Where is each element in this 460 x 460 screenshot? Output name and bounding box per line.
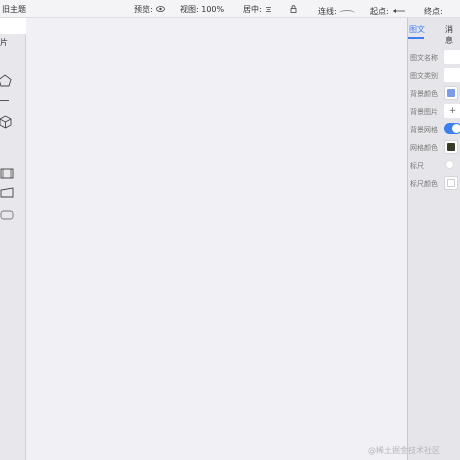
cube-icon[interactable] <box>0 114 12 133</box>
eye-icon[interactable] <box>155 6 165 12</box>
theme-label: 旧主题 <box>2 4 26 14</box>
grid-color-swatch <box>447 143 455 151</box>
prop-grid-color-row: 网格颜色 <box>408 140 460 156</box>
ruler-toggle[interactable] <box>444 159 460 170</box>
prop-bg-image-label: 背景图片 <box>410 108 438 116</box>
shape-library-panel: 片 <box>0 18 26 460</box>
grid-color-picker[interactable] <box>444 140 458 154</box>
prop-category-row: 图文类别 <box>408 68 460 84</box>
pentagon-icon[interactable] <box>0 72 12 91</box>
drawing-canvas[interactable] <box>27 18 407 460</box>
center-control[interactable]: 居中: <box>243 0 272 18</box>
theme-switch[interactable]: 旧主题 <box>2 0 26 18</box>
prop-ruler-label: 标尺 <box>410 162 424 170</box>
center-align-icon[interactable] <box>265 6 272 13</box>
left-panel-tab[interactable] <box>0 18 26 34</box>
prop-bg-image-row: 背景图片 + <box>408 104 460 120</box>
prop-category-label: 图文类别 <box>410 72 438 80</box>
prop-bg-grid-label: 背景网格 <box>410 126 438 134</box>
tab-graphic[interactable]: 图文 <box>409 24 425 35</box>
toggle-knob <box>445 160 454 169</box>
preview-control[interactable]: 预览: <box>134 0 165 18</box>
frame-rect-icon[interactable] <box>0 164 14 183</box>
view-zoom-control[interactable]: 视图: 100% <box>180 0 224 18</box>
ruler-color-picker[interactable] <box>444 176 458 190</box>
add-bg-image-button[interactable]: + <box>444 104 460 118</box>
prop-name-label: 图文名称 <box>410 54 438 62</box>
lock-icon[interactable] <box>290 0 297 18</box>
connect-label: 连线: <box>318 6 337 16</box>
rounded-rect-icon[interactable] <box>0 205 14 224</box>
end-label: 终点: <box>424 6 443 16</box>
prop-ruler-color-row: 标尺颜色 <box>408 176 460 192</box>
tab-message[interactable]: 消息 <box>445 24 460 46</box>
connector-curve-icon[interactable] <box>338 9 355 16</box>
prop-name-row: 图文名称 <box>408 50 460 66</box>
left-panel-section-label: 片 <box>0 38 8 47</box>
trapezoid-icon[interactable] <box>0 183 14 202</box>
properties-panel: 图文 消息 图文名称 图文类别 背景颜色 背景图片 + 背景网格 网格颜色 标尺 <box>407 18 460 460</box>
category-select[interactable] <box>444 68 460 82</box>
active-tab-indicator <box>408 37 424 39</box>
bg-color-swatch <box>447 89 455 97</box>
prop-bg-grid-row: 背景网格 <box>408 122 460 138</box>
view-zoom-label: 视图: 100% <box>180 4 225 14</box>
toggle-knob <box>452 124 460 133</box>
prop-ruler-row: 标尺 <box>408 158 460 174</box>
preview-label: 预览: <box>134 4 153 14</box>
start-label: 起点: <box>370 6 389 16</box>
divider <box>0 100 9 101</box>
prop-bg-color-row: 背景颜色 <box>408 86 460 102</box>
watermark: @稀土掘金技术社区 <box>368 446 440 455</box>
prop-bg-color-label: 背景颜色 <box>410 90 438 98</box>
center-label: 居中: <box>243 4 262 14</box>
arrow-left-icon[interactable] <box>392 8 406 14</box>
bg-color-picker[interactable] <box>444 86 458 100</box>
prop-grid-color-label: 网格颜色 <box>410 144 438 152</box>
prop-ruler-color-label: 标尺颜色 <box>410 180 438 188</box>
name-input[interactable] <box>444 50 460 64</box>
top-toolbar: 旧主题 预览: 视图: 100% 居中: 连线: 起点: 终点: <box>0 0 460 18</box>
ruler-color-swatch <box>447 179 455 187</box>
bg-grid-toggle[interactable] <box>444 123 460 134</box>
